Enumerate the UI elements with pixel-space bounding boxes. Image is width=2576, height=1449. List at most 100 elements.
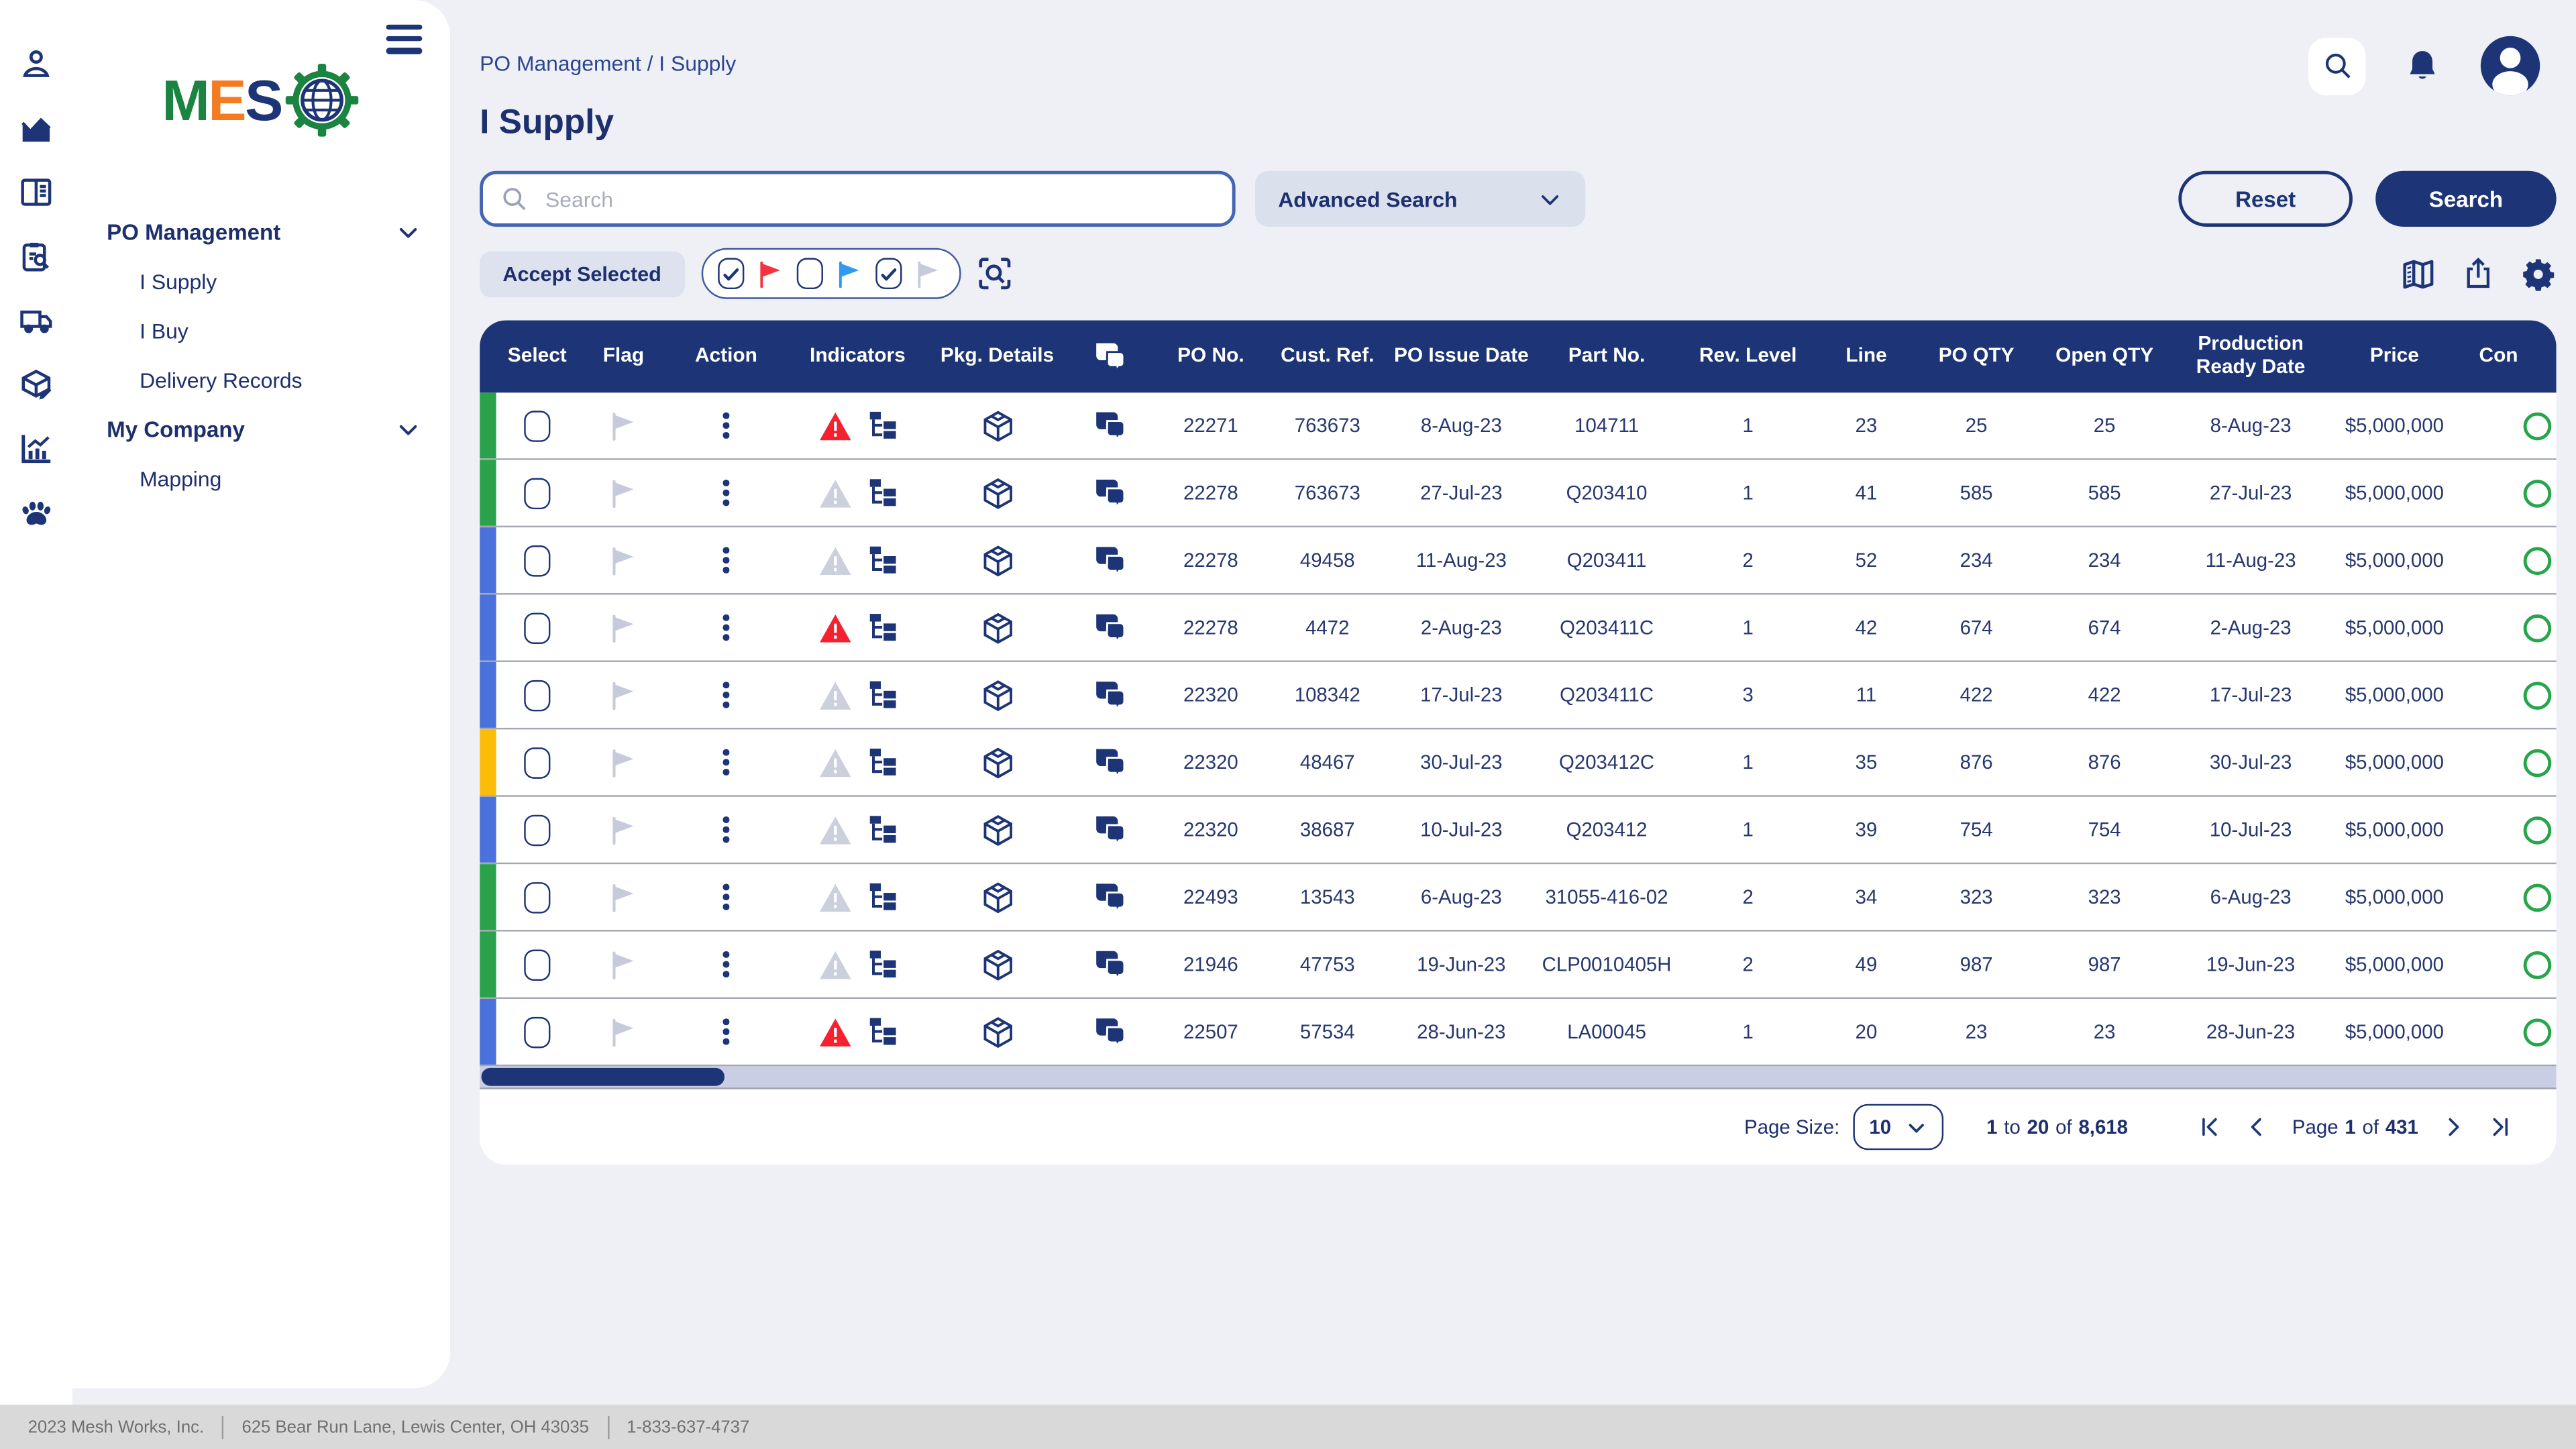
row-flag-icon[interactable] — [606, 610, 641, 645]
row-flag-icon[interactable] — [606, 409, 641, 443]
truck-icon[interactable] — [18, 303, 54, 339]
row-chat-icon[interactable] — [1093, 744, 1129, 780]
confirm-status-icon[interactable] — [2522, 614, 2551, 642]
package-edit-icon[interactable] — [18, 366, 54, 402]
trend-chart-icon[interactable] — [18, 110, 54, 146]
row-chat-icon[interactable] — [1093, 947, 1129, 983]
column-header[interactable]: Part No. — [1531, 345, 1682, 368]
column-header[interactable]: Line — [1814, 345, 1919, 368]
user-icon[interactable] — [18, 46, 54, 83]
paw-icon[interactable] — [18, 494, 54, 531]
sidebar-item-mapping[interactable]: Mapping — [72, 453, 450, 502]
search-input[interactable] — [542, 185, 1216, 213]
package-box-icon[interactable] — [980, 879, 1014, 914]
row-checkbox[interactable] — [524, 1016, 550, 1048]
column-header[interactable]: PO Issue Date — [1391, 345, 1531, 368]
map-view-icon[interactable] — [2400, 256, 2436, 292]
confirm-status-icon[interactable] — [2522, 681, 2551, 709]
row-actions-kebab-icon[interactable] — [718, 812, 734, 847]
row-flag-icon[interactable] — [606, 678, 641, 712]
next-page-button[interactable] — [2440, 1114, 2466, 1140]
inspection-search-icon[interactable] — [18, 238, 54, 274]
blue-flag-icon[interactable] — [833, 257, 865, 290]
row-checkbox[interactable] — [524, 949, 550, 980]
table-row[interactable]: 22278 49458 11-Aug-23 Q203411 2 52 234 2… — [480, 527, 2557, 594]
red-flag-icon[interactable] — [753, 257, 786, 290]
package-box-icon[interactable] — [980, 678, 1014, 712]
row-checkbox[interactable] — [524, 881, 550, 913]
column-header[interactable]: PO QTY — [1919, 345, 2033, 368]
row-chat-icon[interactable] — [1093, 542, 1129, 578]
hierarchy-tree-icon[interactable] — [865, 1015, 898, 1048]
checkbox-icon[interactable] — [796, 258, 822, 289]
zoom-scan-icon[interactable] — [975, 255, 1013, 292]
row-flag-icon[interactable] — [606, 812, 641, 847]
row-chat-icon[interactable] — [1093, 407, 1129, 443]
table-row[interactable]: 22507 57534 28-Jun-23 LA00045 1 20 23 23… — [480, 999, 2557, 1066]
package-box-icon[interactable] — [980, 543, 1014, 577]
sidebar-item-my-company[interactable]: My Company — [72, 404, 450, 453]
catalog-icon[interactable] — [18, 174, 54, 211]
hierarchy-tree-icon[interactable] — [865, 409, 898, 442]
sidebar-item-i-buy[interactable]: I Buy — [72, 306, 450, 355]
confirm-status-icon[interactable] — [2522, 951, 2551, 979]
column-header[interactable]: Pkg. Details — [932, 345, 1063, 368]
row-actions-kebab-icon[interactable] — [718, 745, 734, 780]
report-chart-icon[interactable] — [18, 431, 54, 467]
row-flag-icon[interactable] — [606, 879, 641, 914]
gray-flag-icon[interactable] — [911, 257, 944, 290]
hierarchy-tree-icon[interactable] — [865, 678, 898, 711]
row-chat-icon[interactable] — [1093, 812, 1129, 848]
column-header[interactable]: Cust. Ref. — [1263, 345, 1391, 368]
column-header[interactable]: Select — [496, 345, 578, 368]
confirm-status-icon[interactable] — [2522, 883, 2551, 911]
table-row[interactable]: 22278 763673 27-Jul-23 Q203410 1 41 585 … — [480, 460, 2557, 527]
sidebar-item-i-supply[interactable]: I Supply — [72, 256, 450, 305]
package-box-icon[interactable] — [980, 1014, 1014, 1049]
row-chat-icon[interactable] — [1093, 475, 1129, 511]
row-checkbox[interactable] — [524, 612, 550, 643]
package-box-icon[interactable] — [980, 610, 1014, 645]
row-flag-icon[interactable] — [606, 1014, 641, 1049]
row-actions-kebab-icon[interactable] — [718, 1014, 734, 1049]
row-actions-kebab-icon[interactable] — [718, 677, 734, 712]
horizontal-scrollbar[interactable] — [480, 1066, 2557, 1089]
column-header[interactable]: Action — [669, 345, 784, 368]
row-checkbox[interactable] — [524, 814, 550, 845]
table-row[interactable]: 21946 47753 19-Jun-23 CLP0010405H 2 49 9… — [480, 932, 2557, 999]
table-row[interactable]: 22493 13543 6-Aug-23 31055-416-02 2 34 3… — [480, 864, 2557, 931]
row-checkbox[interactable] — [524, 680, 550, 711]
checkbox-icon[interactable] — [875, 258, 901, 289]
column-header[interactable]: Indicators — [784, 345, 931, 368]
confirm-status-icon[interactable] — [2522, 546, 2551, 574]
hierarchy-tree-icon[interactable] — [865, 881, 898, 914]
row-flag-icon[interactable] — [606, 745, 641, 780]
row-actions-kebab-icon[interactable] — [718, 947, 734, 982]
table-row[interactable]: 22320 108342 17-Jul-23 Q203411C 3 11 422… — [480, 662, 2557, 729]
column-header[interactable]: Price — [2326, 345, 2463, 368]
package-box-icon[interactable] — [980, 409, 1014, 443]
confirm-status-icon[interactable] — [2522, 479, 2551, 507]
package-box-icon[interactable] — [980, 476, 1014, 510]
row-checkbox[interactable] — [524, 747, 550, 778]
row-actions-kebab-icon[interactable] — [718, 542, 734, 578]
column-header[interactable]: Production Ready Date — [2175, 334, 2326, 379]
gear-icon[interactable] — [2520, 256, 2557, 292]
hierarchy-tree-icon[interactable] — [865, 544, 898, 577]
table-row[interactable]: 22278 4472 2-Aug-23 Q203411C 1 42 674 67… — [480, 595, 2557, 662]
column-header-chat-icon[interactable] — [1063, 338, 1158, 374]
package-box-icon[interactable] — [980, 812, 1014, 847]
reset-button[interactable]: Reset — [2178, 171, 2353, 227]
sidebar-item-po-management[interactable]: PO Management — [72, 207, 450, 256]
export-share-icon[interactable] — [2461, 256, 2496, 290]
column-header[interactable]: Con — [2463, 345, 2557, 368]
scrollbar-thumb[interactable] — [482, 1068, 724, 1086]
row-actions-kebab-icon[interactable] — [718, 879, 734, 914]
table-row[interactable]: 22271 763673 8-Aug-23 104711 1 23 25 25 … — [480, 392, 2557, 460]
last-page-button[interactable] — [2487, 1114, 2514, 1140]
row-checkbox[interactable] — [524, 545, 550, 576]
search-button[interactable]: Search — [2375, 171, 2556, 227]
confirm-status-icon[interactable] — [2522, 749, 2551, 777]
package-box-icon[interactable] — [980, 947, 1014, 981]
hierarchy-tree-icon[interactable] — [865, 476, 898, 509]
